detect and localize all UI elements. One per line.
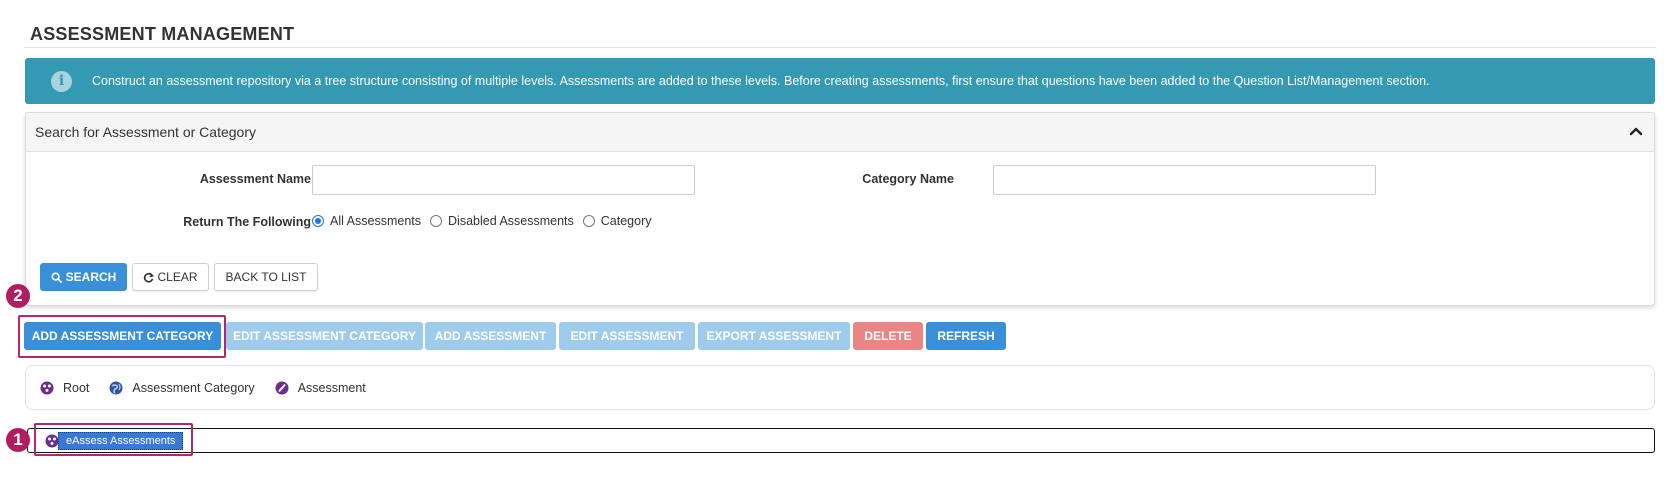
radio-category[interactable]: Category bbox=[582, 214, 652, 228]
tree-legend: Root Assessment Category Assessment bbox=[25, 365, 1655, 410]
search-button[interactable]: SEARCH bbox=[40, 263, 127, 291]
step-badge-1: 1 bbox=[6, 428, 30, 452]
title-divider bbox=[24, 47, 1656, 48]
radio-label: Disabled Assessments bbox=[448, 214, 574, 228]
add-assessment-category-button[interactable]: ADD ASSESSMENT CATEGORY bbox=[24, 322, 221, 350]
return-options: All Assessments Disabled Assessments Cat… bbox=[312, 214, 661, 228]
edit-assessment-category-button[interactable]: EDIT ASSESSMENT CATEGORY bbox=[226, 322, 423, 350]
clear-button[interactable]: CLEAR bbox=[132, 263, 209, 291]
page-title: ASSESSMENT MANAGEMENT bbox=[30, 24, 295, 44]
assessment-name-input[interactable] bbox=[312, 165, 695, 195]
return-following-label: Return The Following bbox=[183, 215, 311, 229]
legend-assessment-label: Assessment bbox=[297, 380, 366, 395]
search-button-label: SEARCH bbox=[65, 270, 117, 284]
radio-label: All Assessments bbox=[330, 214, 422, 228]
refresh-icon bbox=[144, 272, 155, 283]
legend-root: Root bbox=[40, 381, 89, 395]
add-assessment-button[interactable]: ADD ASSESSMENT bbox=[425, 322, 556, 350]
export-assessment-button[interactable]: EXPORT ASSESSMENT bbox=[698, 322, 850, 350]
search-panel: Search for Assessment or Category Assess… bbox=[25, 112, 1655, 306]
step-badge-2: 2 bbox=[6, 284, 30, 308]
category-name-label: Category Name bbox=[862, 172, 954, 186]
info-icon: i bbox=[51, 70, 72, 92]
root-icon bbox=[45, 434, 59, 448]
radio-label: Category bbox=[600, 214, 652, 228]
refresh-button[interactable]: REFRESH bbox=[926, 322, 1006, 350]
radio-button[interactable] bbox=[582, 215, 595, 227]
search-panel-header[interactable]: Search for Assessment or Category bbox=[26, 113, 1654, 152]
info-text: Construct an assessment repository via a… bbox=[92, 74, 1430, 88]
root-icon bbox=[40, 381, 54, 394]
delete-button[interactable]: DELETE bbox=[853, 322, 923, 350]
edit-assessment-button[interactable]: EDIT ASSESSMENT bbox=[559, 322, 695, 350]
clear-button-label: CLEAR bbox=[157, 270, 198, 284]
category-name-input[interactable] bbox=[993, 165, 1376, 195]
search-panel-title: Search for Assessment or Category bbox=[35, 124, 256, 140]
assessment-name-label: Assessment Name bbox=[199, 172, 311, 186]
radio-disabled-assessments[interactable]: Disabled Assessments bbox=[430, 214, 574, 228]
legend-category-label: Assessment Category bbox=[132, 380, 255, 395]
category-globe-icon bbox=[109, 381, 123, 394]
search-icon bbox=[51, 271, 62, 283]
back-to-list-label: BACK TO LIST bbox=[225, 270, 307, 284]
back-to-list-button[interactable]: BACK TO LIST bbox=[214, 263, 318, 291]
radio-button[interactable] bbox=[312, 215, 324, 227]
radio-button[interactable] bbox=[430, 215, 443, 227]
tree-root-node[interactable]: eAssess Assessments bbox=[58, 432, 184, 450]
tree-container bbox=[27, 428, 1655, 453]
radio-all-assessments[interactable]: All Assessments bbox=[312, 214, 421, 228]
legend-root-label: Root bbox=[63, 380, 90, 395]
info-banner: i Construct an assessment repository via… bbox=[25, 58, 1655, 104]
assessment-pencil-icon bbox=[275, 381, 289, 394]
legend-category: Assessment Category bbox=[109, 380, 255, 395]
chevron-up-icon[interactable] bbox=[1628, 123, 1644, 139]
legend-assessment: Assessment bbox=[275, 381, 366, 395]
